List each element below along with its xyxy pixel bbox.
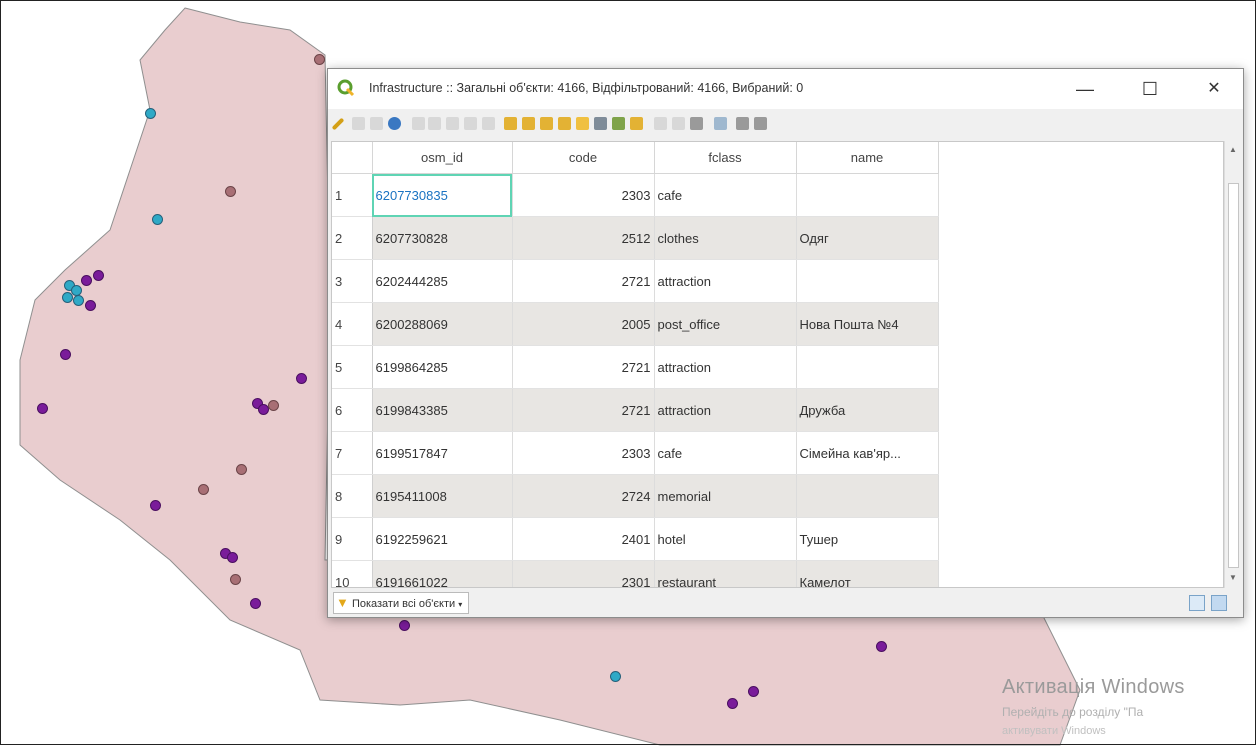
- screenshot-border: [0, 0, 1256, 745]
